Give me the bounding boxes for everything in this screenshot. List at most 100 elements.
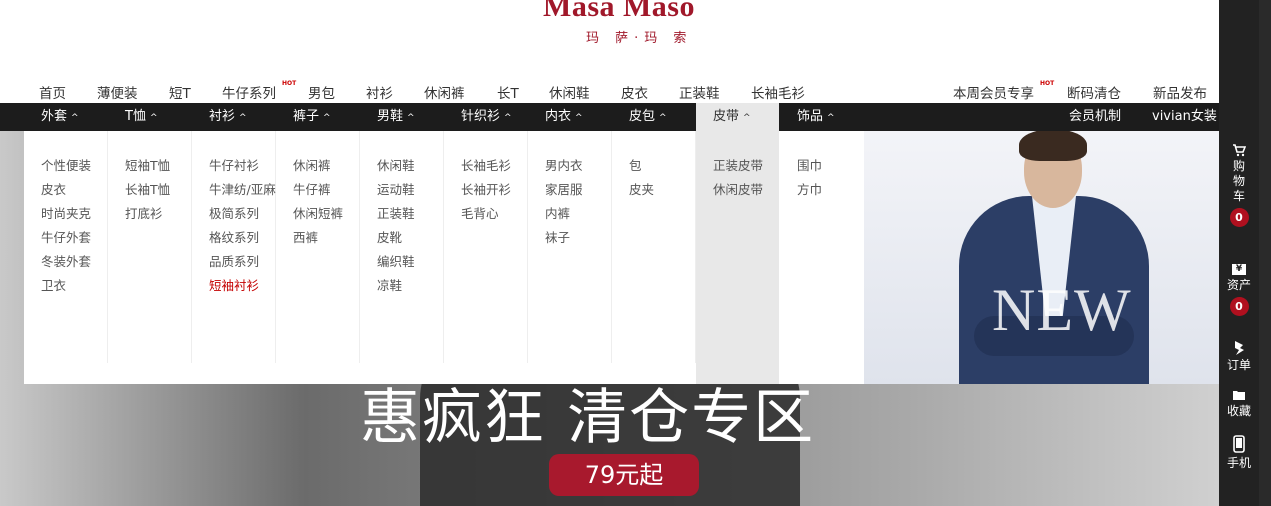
nav-formal-shoes[interactable]: 正装鞋 <box>679 82 720 102</box>
dropdown-item[interactable]: 编织鞋 <box>360 251 443 275</box>
sidebar-mobile[interactable]: 手机 <box>1219 435 1259 471</box>
nav-casual-pants[interactable]: 休闲裤 <box>424 82 465 102</box>
dropdown-item[interactable]: 休闲短裤 <box>276 203 359 227</box>
cat-label: T恤 <box>125 109 146 124</box>
cat-label: 内衣 <box>545 109 572 124</box>
nav-clearance[interactable]: 断码清仓 <box>1067 82 1121 102</box>
dropdown-column: 短袖T恤 长袖T恤 打底衫 <box>108 131 192 363</box>
nav-home[interactable]: 首页 <box>39 82 66 102</box>
logo-subtitle: 玛 萨·玛 索 <box>586 31 693 46</box>
nav-light-casual[interactable]: 薄便装 <box>97 82 138 102</box>
dropdown-item[interactable]: 打底衫 <box>108 203 191 227</box>
dropdown-item[interactable]: 毛背心 <box>444 203 527 227</box>
dropdown-item[interactable]: 凉鞋 <box>360 275 443 299</box>
sidebar-orders[interactable]: 订单 <box>1219 340 1259 373</box>
order-icon <box>1235 341 1244 355</box>
scrollbar[interactable] <box>1259 0 1271 506</box>
dropdown-item[interactable]: 短袖T恤 <box>108 155 191 179</box>
chevron-up-icon: ^ <box>743 113 751 123</box>
dropdown-item[interactable]: 极简系列 <box>192 203 275 227</box>
dropdown-item[interactable]: 长袖开衫 <box>444 179 527 203</box>
dropdown-item[interactable]: 格纹系列 <box>192 227 275 251</box>
dropdown-item[interactable]: 牛仔外套 <box>24 227 107 251</box>
nav-leather-jacket[interactable]: 皮衣 <box>621 82 648 102</box>
nav-shirts[interactable]: 衬衫 <box>366 82 393 102</box>
nav-casual-shoes[interactable]: 休闲鞋 <box>549 82 590 102</box>
dropdown-item[interactable]: 正装鞋 <box>360 203 443 227</box>
dropdown-item[interactable]: 牛津纺/亚麻 <box>192 179 276 203</box>
hot-badge: HOT <box>1040 80 1055 87</box>
dropdown-item[interactable]: 长袖T恤 <box>108 179 191 203</box>
dropdown-item[interactable]: 袜子 <box>528 227 611 251</box>
sidebar-assets[interactable]: ¥ 资产 0 <box>1219 264 1259 316</box>
dropdown-item[interactable]: 卫衣 <box>24 275 107 299</box>
dropdown-item[interactable]: 皮衣 <box>24 179 107 203</box>
member-program-link[interactable]: 会员机制 <box>1069 103 1121 131</box>
hero-price-button[interactable]: 79元起 <box>549 454 699 496</box>
folder-icon <box>1233 391 1245 400</box>
chevron-up-icon: ^ <box>659 113 667 123</box>
dropdown-item[interactable]: 正装皮带 <box>696 155 779 179</box>
cat-knitwear[interactable]: 针织衫 ^ <box>461 103 512 131</box>
cat-tshirt[interactable]: T恤 ^ <box>125 103 158 131</box>
orders-label: 订单 <box>1226 358 1251 372</box>
hot-badge: HOT <box>282 80 297 87</box>
category-dropdown: 个性便装 皮衣 时尚夹克 牛仔外套 冬装外套 卫衣 短袖T恤 长袖T恤 打底衫 … <box>24 131 864 384</box>
dropdown-item[interactable]: 冬装外套 <box>24 251 107 275</box>
chevron-up-icon: ^ <box>504 113 512 123</box>
cart-icon <box>1233 144 1246 157</box>
dropdown-item-highlighted[interactable]: 短袖衬衫 <box>192 275 275 299</box>
site-logo[interactable]: Masa Maso 玛 萨·玛 索 <box>0 0 1219 80</box>
cat-underwear[interactable]: 内衣 ^ <box>545 103 583 131</box>
nav-long-tee[interactable]: 长T <box>497 82 519 102</box>
dropdown-item[interactable]: 西裤 <box>276 227 359 251</box>
sidebar-favorites[interactable]: 收藏 <box>1219 389 1259 419</box>
cat-belts[interactable]: 皮带 ^ <box>696 103 779 131</box>
nav-long-sweater[interactable]: 长袖毛衫 <box>751 82 805 102</box>
cat-label: 针织衫 <box>461 109 501 124</box>
nav-short-tee[interactable]: 短T <box>169 82 191 102</box>
dropdown-item[interactable]: 休闲裤 <box>276 155 359 179</box>
dropdown-item[interactable]: 休闲皮带 <box>696 179 779 203</box>
nav-denim[interactable]: 牛仔系列 <box>222 82 276 102</box>
dropdown-column: 包 皮夹 <box>612 131 696 363</box>
dropdown-item[interactable]: 皮夹 <box>612 179 695 203</box>
sidebar-cart[interactable]: 购物车 0 <box>1219 143 1259 227</box>
dropdown-item[interactable]: 个性便装 <box>24 155 107 179</box>
dropdown-item[interactable]: 时尚夹克 <box>24 203 107 227</box>
promo-model-image[interactable]: NEW <box>864 131 1219 384</box>
dropdown-item[interactable]: 运动鞋 <box>360 179 443 203</box>
cat-label: 皮包 <box>629 109 656 124</box>
chevron-up-icon: ^ <box>149 113 158 123</box>
dropdown-item[interactable]: 内裤 <box>528 203 611 227</box>
dropdown-item[interactable]: 包 <box>612 155 695 179</box>
dropdown-item[interactable]: 家居服 <box>528 179 611 203</box>
dropdown-item[interactable]: 休闲鞋 <box>360 155 443 179</box>
nav-new-arrivals[interactable]: 新品发布 <box>1153 82 1207 102</box>
dropdown-item[interactable]: 围巾 <box>780 155 864 179</box>
cart-count-badge: 0 <box>1229 208 1249 227</box>
dropdown-column: 休闲鞋 运动鞋 正装鞋 皮靴 编织鞋 凉鞋 <box>360 131 444 363</box>
dropdown-item[interactable]: 男内衣 <box>528 155 611 179</box>
dropdown-item[interactable]: 牛仔裤 <box>276 179 359 203</box>
dropdown-item[interactable]: 方巾 <box>780 179 864 203</box>
nav-bags[interactable]: 男包 <box>308 82 335 102</box>
vivian-womenswear-link[interactable]: vivian女装 <box>1152 103 1217 131</box>
logo-wordmark: Masa Maso <box>543 0 695 23</box>
cat-leather-bags[interactable]: 皮包 ^ <box>629 103 667 131</box>
cat-shoes[interactable]: 男鞋 ^ <box>377 103 415 131</box>
cat-outerwear[interactable]: 外套 ^ <box>41 103 79 131</box>
dropdown-item[interactable]: 皮靴 <box>360 227 443 251</box>
cat-accessories[interactable]: 饰品 ^ <box>797 103 835 131</box>
dropdown-column: 男内衣 家居服 内裤 袜子 <box>528 131 612 363</box>
dropdown-item[interactable]: 品质系列 <box>192 251 275 275</box>
favorites-label: 收藏 <box>1226 404 1251 418</box>
model-hair <box>1019 131 1087 161</box>
dropdown-item[interactable]: 长袖毛衫 <box>444 155 527 179</box>
dropdown-column: 休闲裤 牛仔裤 休闲短裤 西裤 <box>276 131 360 363</box>
cat-shirt[interactable]: 衬衫 ^ <box>209 103 247 131</box>
dropdown-item[interactable]: 牛仔衬衫 <box>192 155 275 179</box>
cat-pants[interactable]: 裤子 ^ <box>293 103 331 131</box>
nav-member-weekly[interactable]: 本周会员专享 <box>953 82 1034 102</box>
chevron-up-icon: ^ <box>575 113 583 123</box>
